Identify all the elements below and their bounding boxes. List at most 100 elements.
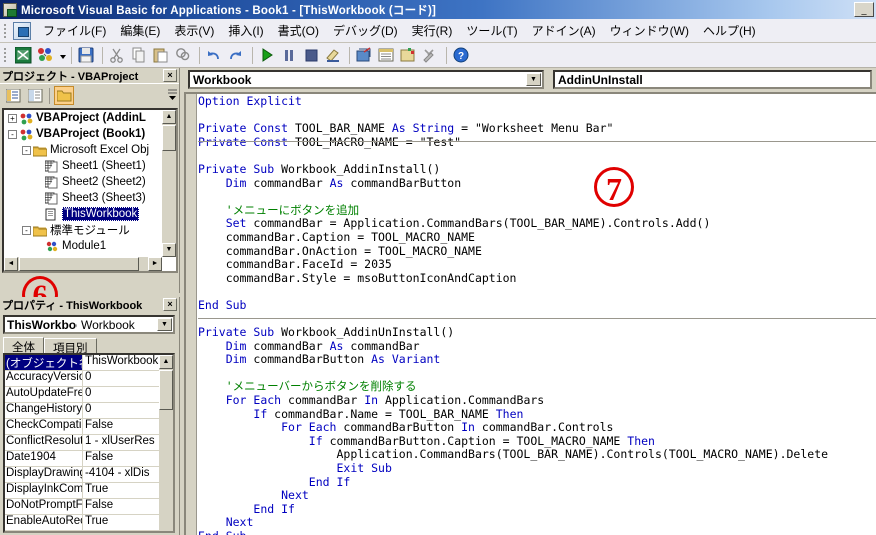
table-row[interactable]: (オブジェクト名) ThisWorkbook <box>5 355 173 371</box>
menu-window[interactable]: ウィンドウ(W) <box>603 19 696 43</box>
table-row[interactable]: DisplayDrawing -4104 - xlDis <box>5 467 173 483</box>
menu-edit[interactable]: 編集(E) <box>113 19 167 43</box>
scroll-thumb[interactable] <box>159 370 173 410</box>
code-line[interactable]: Private Const TOOL_MACRO_NAME = "Test" <box>198 135 876 150</box>
run-icon[interactable] <box>257 45 279 66</box>
tree-item-vbaproject-book1[interactable]: - VBAProject (Book1) <box>4 126 162 142</box>
tree-item-standard-modules[interactable]: - 標準モジュール <box>4 222 162 238</box>
tree-item-sheet3[interactable]: Sheet3 (Sheet3) <box>4 190 162 206</box>
code-line[interactable] <box>198 313 876 327</box>
tab-alphabetic[interactable]: 全体 <box>3 337 44 354</box>
scroll-thumb[interactable] <box>162 125 176 151</box>
toolbar-overflow-icon[interactable] <box>167 88 178 103</box>
menu-addins[interactable]: アドイン(A) <box>525 19 603 43</box>
code-line[interactable]: Option Explicit <box>198 94 876 109</box>
code-line[interactable]: 'メニューバーからボタンを削除する <box>198 380 876 394</box>
property-value[interactable] <box>83 531 173 533</box>
code-line[interactable]: commandBar.Caption = TOOL_MACRO_NAME <box>198 230 876 245</box>
code-line[interactable]: commandBar.Style = msoButtonIconAndCapti… <box>198 271 876 286</box>
properties-panel-close-button[interactable]: × <box>163 298 177 311</box>
menu-debug[interactable]: デバッグ(D) <box>326 19 405 43</box>
code-line[interactable]: Dim commandBar As commandBar <box>198 339 876 354</box>
code-line[interactable]: commandBar.FaceId = 2035 <box>198 257 876 272</box>
menu-format[interactable]: 書式(O) <box>271 19 326 43</box>
menu-app-icon[interactable] <box>13 21 31 40</box>
code-line[interactable]: Next <box>198 516 876 530</box>
expander-minus-icon[interactable]: - <box>22 225 31 235</box>
table-row[interactable]: CheckCompatib False <box>5 419 173 435</box>
tree-item-sheet1[interactable]: Sheet1 (Sheet1) <box>4 158 162 174</box>
code-line[interactable] <box>198 149 876 163</box>
redo-icon[interactable] <box>226 45 248 66</box>
undo-icon[interactable] <box>204 45 226 66</box>
menu-view[interactable]: 表示(V) <box>167 19 221 43</box>
insert-dropdown-icon[interactable] <box>57 45 67 66</box>
tree-item-vbaproject-addin[interactable]: + VBAProject (AddinL <box>4 110 162 126</box>
code-line[interactable] <box>198 367 876 381</box>
tree-item-excel-objects[interactable]: - Microsoft Excel Obj <box>4 142 162 158</box>
code-line[interactable]: Private Sub Workbook_AddinUnInstall() <box>198 325 876 340</box>
view-excel-icon[interactable] <box>13 45 35 66</box>
code-line[interactable]: End If <box>198 475 876 490</box>
scroll-thumb[interactable] <box>19 257 139 271</box>
code-text-area[interactable]: Option Explicit Private Const TOOL_BAR_N… <box>198 94 876 535</box>
properties-grid[interactable]: (オブジェクト名) ThisWorkbook AccuracyVersio 0 … <box>3 353 175 533</box>
code-line[interactable]: Private Const TOOL_BAR_NAME As String = … <box>198 121 876 136</box>
minimize-button[interactable]: _ <box>854 2 874 17</box>
table-row[interactable]: DisplayInkCom True <box>5 483 173 499</box>
object-combo[interactable]: Workbook ▼ <box>188 70 544 89</box>
object-selector-combo[interactable]: ThisWorkbook Workbook ▼ <box>3 315 175 334</box>
code-line[interactable]: Application.CommandBars(TOOL_BAR_NAME).C… <box>198 448 876 462</box>
pause-icon[interactable] <box>279 45 301 66</box>
code-line[interactable]: End Sub <box>198 298 876 313</box>
table-row[interactable]: ConflictResolut 1 - xlUserRes <box>5 435 173 451</box>
code-line[interactable]: End Sub <box>198 529 876 535</box>
properties-vertical-scrollbar[interactable]: ▲ <box>159 355 173 531</box>
code-line[interactable]: For Each commandBar In Application.Comma… <box>198 393 876 408</box>
project-tree[interactable]: + VBAProject (AddinL - VBAProject (Book1… <box>2 108 178 273</box>
toggle-folders-icon[interactable] <box>54 86 74 105</box>
toolbar-drag-grip-icon[interactable] <box>2 46 11 64</box>
table-row[interactable]: ChangeHistoryI 0 <box>5 403 173 419</box>
code-line[interactable]: 'メニューにボタンを追加 <box>198 203 876 218</box>
code-line[interactable]: commandBar.OnAction = TOOL_MACRO_NAME <box>198 244 876 259</box>
menu-tools[interactable]: ツール(T) <box>459 19 524 43</box>
procedure-combo[interactable]: AddinUnInstall <box>553 70 872 89</box>
expander-minus-icon[interactable]: - <box>8 129 17 139</box>
table-row[interactable]: AutoUpdateFre 0 <box>5 387 173 403</box>
scroll-left-button[interactable]: ◄ <box>4 257 18 271</box>
code-line[interactable]: Dim commandBarButton As Variant <box>198 352 876 367</box>
code-line[interactable] <box>198 190 876 204</box>
find-icon[interactable] <box>173 45 195 66</box>
code-line[interactable]: Set commandBar = Application.CommandBars… <box>198 217 876 231</box>
cut-icon[interactable] <box>107 45 129 66</box>
code-line[interactable]: If commandBar.Name = TOOL_BAR_NAME Then <box>198 407 876 422</box>
scroll-up-button[interactable]: ▲ <box>159 355 173 369</box>
scroll-down-button[interactable]: ▼ <box>162 243 176 257</box>
properties-window-icon[interactable] <box>376 45 398 66</box>
scroll-right-button[interactable]: ► <box>148 257 162 271</box>
menu-file[interactable]: ファイル(F) <box>36 19 113 43</box>
code-line[interactable]: Dim commandBar As commandBarButton <box>198 176 876 191</box>
table-row[interactable]: EncryptionProv <box>5 531 173 533</box>
design-mode-icon[interactable] <box>323 45 345 66</box>
tree-item-thisworkbook[interactable]: ThisWorkbook <box>4 206 162 222</box>
paste-icon[interactable] <box>151 45 173 66</box>
tab-categorized[interactable]: 項目別 <box>44 338 97 355</box>
code-line[interactable]: Exit Sub <box>198 461 876 476</box>
code-line[interactable]: Private Sub Workbook_AddinInstall() <box>198 162 876 177</box>
expander-plus-icon[interactable]: + <box>8 113 17 123</box>
tree-item-sheet2[interactable]: Sheet2 (Sheet2) <box>4 174 162 190</box>
view-code-icon[interactable] <box>3 86 23 105</box>
chevron-down-icon[interactable]: ▼ <box>157 318 172 331</box>
menu-insert[interactable]: 挿入(I) <box>221 19 270 43</box>
help-icon[interactable]: ? <box>451 45 473 66</box>
insert-userform-icon[interactable] <box>35 45 57 66</box>
code-line[interactable] <box>198 109 876 123</box>
project-tree-vertical-scrollbar[interactable]: ▲ ▼ <box>162 110 176 257</box>
menu-help[interactable]: ヘルプ(H) <box>696 19 763 43</box>
table-row[interactable]: EnableAutoRec True <box>5 515 173 531</box>
table-row[interactable]: Date1904 False <box>5 451 173 467</box>
code-line[interactable] <box>198 285 876 299</box>
table-row[interactable]: AccuracyVersio 0 <box>5 371 173 387</box>
